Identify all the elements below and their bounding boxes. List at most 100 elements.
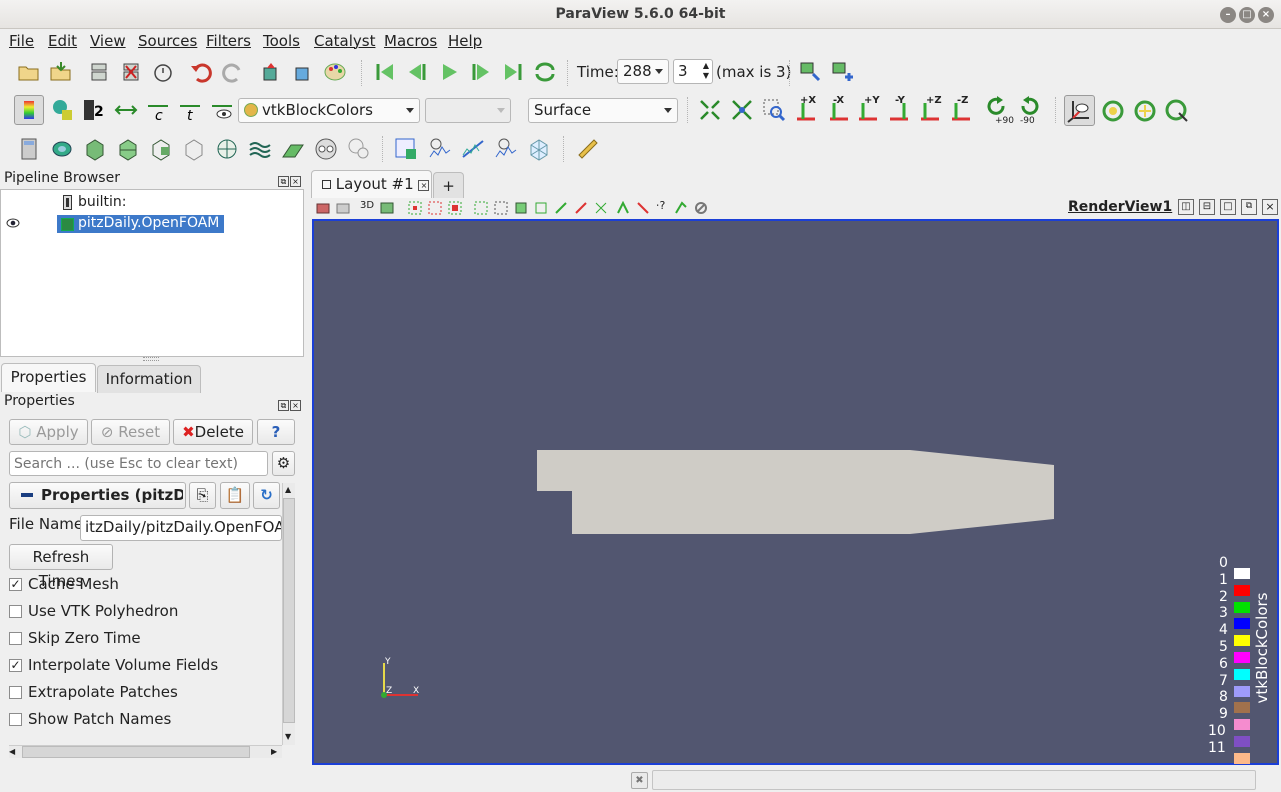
time-value-combo[interactable]: 288 <box>617 59 669 84</box>
reset-camera-icon[interactable] <box>698 98 722 122</box>
play-icon[interactable] <box>437 60 461 84</box>
close-button[interactable]: × <box>1258 7 1274 23</box>
clear-selection-icon[interactable] <box>694 201 708 215</box>
select-points-on-icon[interactable] <box>428 201 442 215</box>
reset-center-icon[interactable] <box>1101 99 1125 123</box>
auto-apply-icon[interactable] <box>151 60 175 84</box>
menu-view[interactable]: View <box>90 32 126 50</box>
color-array-combo[interactable]: vtkBlockColors <box>238 98 420 123</box>
menu-sources[interactable]: Sources <box>138 32 197 50</box>
open-file-icon[interactable] <box>17 60 41 84</box>
last-frame-icon[interactable] <box>501 60 525 84</box>
menu-filters[interactable]: Filters <box>206 32 251 50</box>
properties-section-header[interactable]: Properties (pitzDai <box>9 482 186 509</box>
extract-subset-icon[interactable] <box>182 137 206 161</box>
interactive-select-points-icon[interactable] <box>574 201 588 215</box>
pick-center-icon[interactable] <box>1165 99 1189 123</box>
scroll-down-icon[interactable]: ▼ <box>285 732 291 741</box>
float-icon[interactable]: ⧉ <box>278 400 289 411</box>
select-polygon-cells-icon[interactable] <box>514 201 528 215</box>
select-cells-through-icon[interactable] <box>448 201 462 215</box>
camera-undo-icon[interactable] <box>259 60 283 84</box>
file-name-field[interactable]: itzDaily/pitzDaily.OpenFOAM <box>80 515 282 541</box>
cache-mesh-checkbox[interactable]: ✓ <box>9 578 22 591</box>
group-datasets-icon[interactable] <box>314 137 338 161</box>
tab-information[interactable]: Information <box>97 365 201 393</box>
hover-points-icon[interactable]: ⋅? <box>656 199 665 212</box>
warp-by-vector-icon[interactable] <box>281 137 305 161</box>
view-plus-x-button[interactable]: +X <box>793 95 821 125</box>
close-view-icon[interactable]: × <box>1262 199 1278 215</box>
delete-button[interactable]: ✖Delete <box>173 419 253 445</box>
next-frame-icon[interactable] <box>469 60 493 84</box>
load-state-icon[interactable] <box>49 60 73 84</box>
camera-adjust-icon[interactable] <box>380 201 394 215</box>
render-view[interactable]: Y X Z vtkBlockColors 0 1 2 3 4 5 6 7 8 9 10 11 <box>312 219 1279 765</box>
ruler-icon[interactable] <box>576 137 600 161</box>
reset-range-icon[interactable]: 2 <box>82 98 106 122</box>
rotate-ccw-button[interactable]: -90 <box>1017 96 1047 126</box>
center-axes-toggle[interactable] <box>1064 95 1095 126</box>
contour-icon[interactable] <box>50 137 74 161</box>
tab-properties[interactable]: Properties <box>1 363 96 392</box>
animation-view-icon[interactable] <box>831 60 855 84</box>
view-minus-x-button[interactable]: -X <box>824 95 852 125</box>
rescale-custom-icon[interactable] <box>114 98 138 122</box>
shrink-selection-icon[interactable] <box>636 201 650 215</box>
first-frame-icon[interactable] <box>373 60 397 84</box>
float-icon[interactable]: ⧉ <box>278 176 289 187</box>
grow-selection-icon[interactable] <box>616 201 630 215</box>
plot-over-line-icon[interactable] <box>461 137 485 161</box>
splitter-handle[interactable] <box>143 357 159 361</box>
rescale-custom-time-icon[interactable]: c <box>146 98 170 122</box>
scroll-left-icon[interactable]: ◀ <box>9 747 15 756</box>
slice-icon[interactable] <box>116 137 140 161</box>
view-plus-y-button[interactable]: +Y <box>855 95 883 125</box>
extrapolate-patches-checkbox[interactable] <box>9 686 22 699</box>
menu-file[interactable]: File <box>9 32 34 50</box>
extract-level-icon[interactable] <box>347 137 371 161</box>
select-points-through-icon[interactable] <box>474 201 488 215</box>
camera-redo-icon[interactable] <box>291 60 315 84</box>
panel-float-close-icons[interactable]: ⧉ × <box>277 396 303 411</box>
refresh-times-button[interactable]: Refresh Times <box>9 544 113 590</box>
palette-icon[interactable] <box>323 60 347 84</box>
close-icon[interactable]: × <box>290 400 301 411</box>
plot-data-over-time-icon[interactable] <box>494 137 518 161</box>
camera-icon[interactable] <box>336 201 350 215</box>
select-polygon-points-icon[interactable] <box>534 201 548 215</box>
interpolate-volume-fields-checkbox[interactable]: ✓ <box>9 659 22 672</box>
panel-float-close-icons[interactable]: ⧉ × <box>277 172 303 187</box>
reset-button[interactable]: ⊘ Reset <box>91 419 170 445</box>
paste-button[interactable]: 📋 <box>220 482 250 509</box>
scroll-up-icon[interactable]: ▲ <box>285 485 291 494</box>
zoom-to-data-icon[interactable] <box>730 98 754 122</box>
horizontal-scrollbar[interactable]: ◀ ▶ <box>9 745 282 758</box>
rescale-temporal-icon[interactable]: t <box>178 98 202 122</box>
interrupt-icon[interactable]: ✖ <box>631 772 648 789</box>
previous-frame-icon[interactable] <box>405 60 429 84</box>
menu-catalyst[interactable]: Catalyst <box>314 32 375 50</box>
eye-icon[interactable] <box>6 218 20 228</box>
view-plus-z-button[interactable]: +Z <box>917 95 945 125</box>
skip-zero-time-checkbox[interactable] <box>9 632 22 645</box>
minimize-button[interactable]: – <box>1220 7 1236 23</box>
scrollbar-thumb[interactable] <box>283 498 295 723</box>
pipeline-item-pitzdaily[interactable]: pitzDaily.OpenFOAM <box>57 215 224 233</box>
copy-button[interactable]: ⎘ <box>189 482 216 509</box>
refresh-button[interactable]: ↻ <box>253 482 280 509</box>
color-component-combo[interactable] <box>425 98 511 123</box>
disconnect-icon[interactable] <box>119 60 143 84</box>
probe-location-icon[interactable] <box>527 137 551 161</box>
connect-icon[interactable] <box>87 60 111 84</box>
extract-selection-icon[interactable] <box>394 137 418 161</box>
threshold-icon[interactable] <box>149 137 173 161</box>
close-icon[interactable]: × <box>290 176 301 187</box>
menu-help[interactable]: Help <box>448 32 482 50</box>
time-inspector-icon[interactable] <box>799 60 823 84</box>
menu-edit[interactable]: Edit <box>48 32 77 50</box>
split-vertical-icon[interactable]: ⊟ <box>1199 199 1215 215</box>
clip-icon[interactable] <box>83 137 107 161</box>
undo-icon[interactable] <box>189 60 213 84</box>
apply-button[interactable]: ⬡ Apply <box>9 419 88 445</box>
